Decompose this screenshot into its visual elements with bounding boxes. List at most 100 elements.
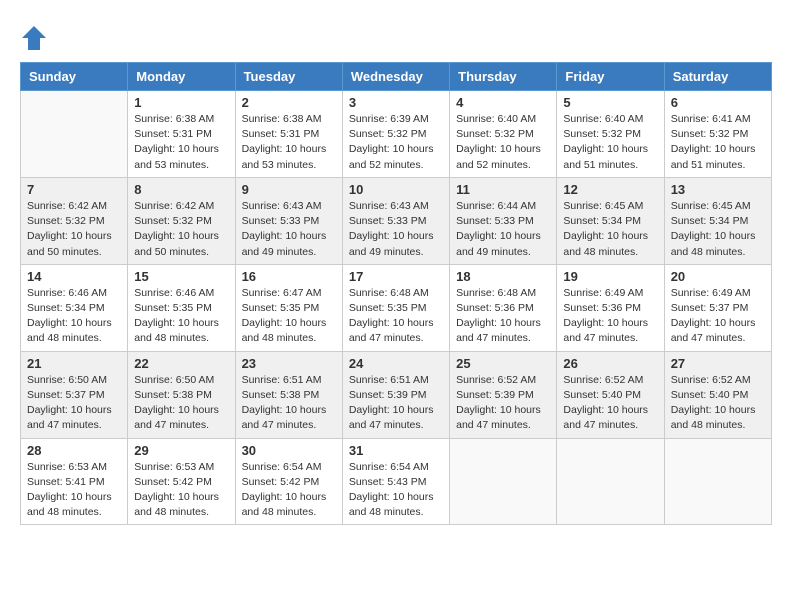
cell-day-number: 31 [349, 443, 443, 458]
calendar-cell: 11 Sunrise: 6:44 AM Sunset: 5:33 PM Dayli… [450, 177, 557, 264]
calendar-header-row: SundayMondayTuesdayWednesdayThursdayFrid… [21, 63, 772, 91]
logo-icon [20, 24, 48, 52]
cell-info: Sunrise: 6:45 AM Sunset: 5:34 PM Dayligh… [671, 199, 765, 260]
calendar-cell: 2 Sunrise: 6:38 AM Sunset: 5:31 PM Daylig… [235, 91, 342, 178]
calendar-cell: 20 Sunrise: 6:49 AM Sunset: 5:37 PM Dayli… [664, 264, 771, 351]
calendar-cell: 19 Sunrise: 6:49 AM Sunset: 5:36 PM Dayli… [557, 264, 664, 351]
cell-day-number: 6 [671, 95, 765, 110]
cell-info: Sunrise: 6:50 AM Sunset: 5:38 PM Dayligh… [134, 373, 228, 434]
calendar-cell: 5 Sunrise: 6:40 AM Sunset: 5:32 PM Daylig… [557, 91, 664, 178]
cell-info: Sunrise: 6:44 AM Sunset: 5:33 PM Dayligh… [456, 199, 550, 260]
calendar-cell [557, 438, 664, 525]
cell-day-number: 10 [349, 182, 443, 197]
logo [20, 24, 52, 52]
calendar-cell: 16Sunrise: 6:47 AM Sunset: 5:35 PM Dayli… [235, 264, 342, 351]
calendar-cell: 7Sunrise: 6:42 AM Sunset: 5:32 PM Daylig… [21, 177, 128, 264]
calendar-cell: 22 Sunrise: 6:50 AM Sunset: 5:38 PM Dayli… [128, 351, 235, 438]
cell-info: Sunrise: 6:43 AM Sunset: 5:33 PM Dayligh… [242, 199, 336, 260]
calendar-cell [450, 438, 557, 525]
cell-info: Sunrise: 6:54 AM Sunset: 5:43 PM Dayligh… [349, 460, 443, 521]
cell-info: Sunrise: 6:41 AM Sunset: 5:32 PM Dayligh… [671, 112, 765, 173]
calendar-cell: 8 Sunrise: 6:42 AM Sunset: 5:32 PM Daylig… [128, 177, 235, 264]
cell-day-number: 20 [671, 269, 765, 284]
cell-info: Sunrise: 6:38 AM Sunset: 5:31 PM Dayligh… [242, 112, 336, 173]
cell-day-number: 24 [349, 356, 443, 371]
cell-day-number: 5 [563, 95, 657, 110]
cell-day-number: 19 [563, 269, 657, 284]
calendar-week-5: 28 Sunrise: 6:53 AM Sunset: 5:41 PM Dayli… [21, 438, 772, 525]
calendar-cell: 31 Sunrise: 6:54 AM Sunset: 5:43 PM Dayli… [342, 438, 449, 525]
calendar-cell: 4 Sunrise: 6:40 AM Sunset: 5:32 PM Daylig… [450, 91, 557, 178]
cell-info: Sunrise: 6:49 AM Sunset: 5:37 PM Dayligh… [671, 286, 765, 347]
cell-day-number: 26 [563, 356, 657, 371]
cell-day-number: 21 [27, 356, 121, 371]
cell-day-number: 11 [456, 182, 550, 197]
header [20, 20, 772, 52]
cell-day-number: 8 [134, 182, 228, 197]
weekday-header-monday: Monday [128, 63, 235, 91]
calendar-cell: 9 Sunrise: 6:43 AM Sunset: 5:33 PM Daylig… [235, 177, 342, 264]
calendar-cell: 30 Sunrise: 6:54 AM Sunset: 5:42 PM Dayli… [235, 438, 342, 525]
calendar-cell: 1Sunrise: 6:38 AM Sunset: 5:31 PM Daylig… [128, 91, 235, 178]
calendar-week-1: 1Sunrise: 6:38 AM Sunset: 5:31 PM Daylig… [21, 91, 772, 178]
cell-day-number: 28 [27, 443, 121, 458]
cell-info: Sunrise: 6:48 AM Sunset: 5:36 PM Dayligh… [456, 286, 550, 347]
cell-day-number: 30 [242, 443, 336, 458]
calendar-cell: 25Sunrise: 6:52 AM Sunset: 5:39 PM Dayli… [450, 351, 557, 438]
cell-info: Sunrise: 6:50 AM Sunset: 5:37 PM Dayligh… [27, 373, 121, 434]
cell-day-number: 4 [456, 95, 550, 110]
calendar-cell: 24Sunrise: 6:51 AM Sunset: 5:39 PM Dayli… [342, 351, 449, 438]
cell-info: Sunrise: 6:46 AM Sunset: 5:34 PM Dayligh… [27, 286, 121, 347]
cell-info: Sunrise: 6:53 AM Sunset: 5:41 PM Dayligh… [27, 460, 121, 521]
weekday-header-tuesday: Tuesday [235, 63, 342, 91]
calendar-cell: 27Sunrise: 6:52 AM Sunset: 5:40 PM Dayli… [664, 351, 771, 438]
cell-info: Sunrise: 6:38 AM Sunset: 5:31 PM Dayligh… [134, 112, 228, 173]
cell-info: Sunrise: 6:46 AM Sunset: 5:35 PM Dayligh… [134, 286, 228, 347]
cell-day-number: 7 [27, 182, 121, 197]
calendar-cell [21, 91, 128, 178]
cell-info: Sunrise: 6:51 AM Sunset: 5:38 PM Dayligh… [242, 373, 336, 434]
calendar-cell: 21 Sunrise: 6:50 AM Sunset: 5:37 PM Dayli… [21, 351, 128, 438]
cell-info: Sunrise: 6:53 AM Sunset: 5:42 PM Dayligh… [134, 460, 228, 521]
calendar-cell: 10 Sunrise: 6:43 AM Sunset: 5:33 PM Dayli… [342, 177, 449, 264]
calendar-cell: 28 Sunrise: 6:53 AM Sunset: 5:41 PM Dayli… [21, 438, 128, 525]
cell-day-number: 9 [242, 182, 336, 197]
cell-info: Sunrise: 6:43 AM Sunset: 5:33 PM Dayligh… [349, 199, 443, 260]
calendar-cell: 29 Sunrise: 6:53 AM Sunset: 5:42 PM Dayli… [128, 438, 235, 525]
calendar-cell: 23 Sunrise: 6:51 AM Sunset: 5:38 PM Dayli… [235, 351, 342, 438]
cell-day-number: 3 [349, 95, 443, 110]
weekday-header-thursday: Thursday [450, 63, 557, 91]
cell-day-number: 29 [134, 443, 228, 458]
cell-info: Sunrise: 6:40 AM Sunset: 5:32 PM Dayligh… [563, 112, 657, 173]
cell-day-number: 15 [134, 269, 228, 284]
cell-day-number: 18 [456, 269, 550, 284]
cell-day-number: 22 [134, 356, 228, 371]
cell-info: Sunrise: 6:54 AM Sunset: 5:42 PM Dayligh… [242, 460, 336, 521]
cell-day-number: 25 [456, 356, 550, 371]
weekday-header-saturday: Saturday [664, 63, 771, 91]
calendar-cell: 18 Sunrise: 6:48 AM Sunset: 5:36 PM Dayli… [450, 264, 557, 351]
cell-day-number: 23 [242, 356, 336, 371]
cell-info: Sunrise: 6:52 AM Sunset: 5:40 PM Dayligh… [563, 373, 657, 434]
calendar-cell: 12Sunrise: 6:45 AM Sunset: 5:34 PM Dayli… [557, 177, 664, 264]
cell-day-number: 13 [671, 182, 765, 197]
weekday-header-sunday: Sunday [21, 63, 128, 91]
calendar-cell: 14Sunrise: 6:46 AM Sunset: 5:34 PM Dayli… [21, 264, 128, 351]
calendar-cell: 6 Sunrise: 6:41 AM Sunset: 5:32 PM Daylig… [664, 91, 771, 178]
calendar-cell: 13 Sunrise: 6:45 AM Sunset: 5:34 PM Dayli… [664, 177, 771, 264]
calendar-cell [664, 438, 771, 525]
calendar-cell: 3 Sunrise: 6:39 AM Sunset: 5:32 PM Daylig… [342, 91, 449, 178]
calendar-week-4: 21 Sunrise: 6:50 AM Sunset: 5:37 PM Dayli… [21, 351, 772, 438]
cell-info: Sunrise: 6:42 AM Sunset: 5:32 PM Dayligh… [134, 199, 228, 260]
cell-info: Sunrise: 6:49 AM Sunset: 5:36 PM Dayligh… [563, 286, 657, 347]
calendar-cell: 26 Sunrise: 6:52 AM Sunset: 5:40 PM Dayli… [557, 351, 664, 438]
cell-day-number: 2 [242, 95, 336, 110]
cell-info: Sunrise: 6:40 AM Sunset: 5:32 PM Dayligh… [456, 112, 550, 173]
calendar-cell: 17Sunrise: 6:48 AM Sunset: 5:35 PM Dayli… [342, 264, 449, 351]
cell-day-number: 12 [563, 182, 657, 197]
calendar-table: SundayMondayTuesdayWednesdayThursdayFrid… [20, 62, 772, 525]
cell-day-number: 16 [242, 269, 336, 284]
cell-info: Sunrise: 6:52 AM Sunset: 5:40 PM Dayligh… [671, 373, 765, 434]
cell-info: Sunrise: 6:39 AM Sunset: 5:32 PM Dayligh… [349, 112, 443, 173]
cell-day-number: 17 [349, 269, 443, 284]
